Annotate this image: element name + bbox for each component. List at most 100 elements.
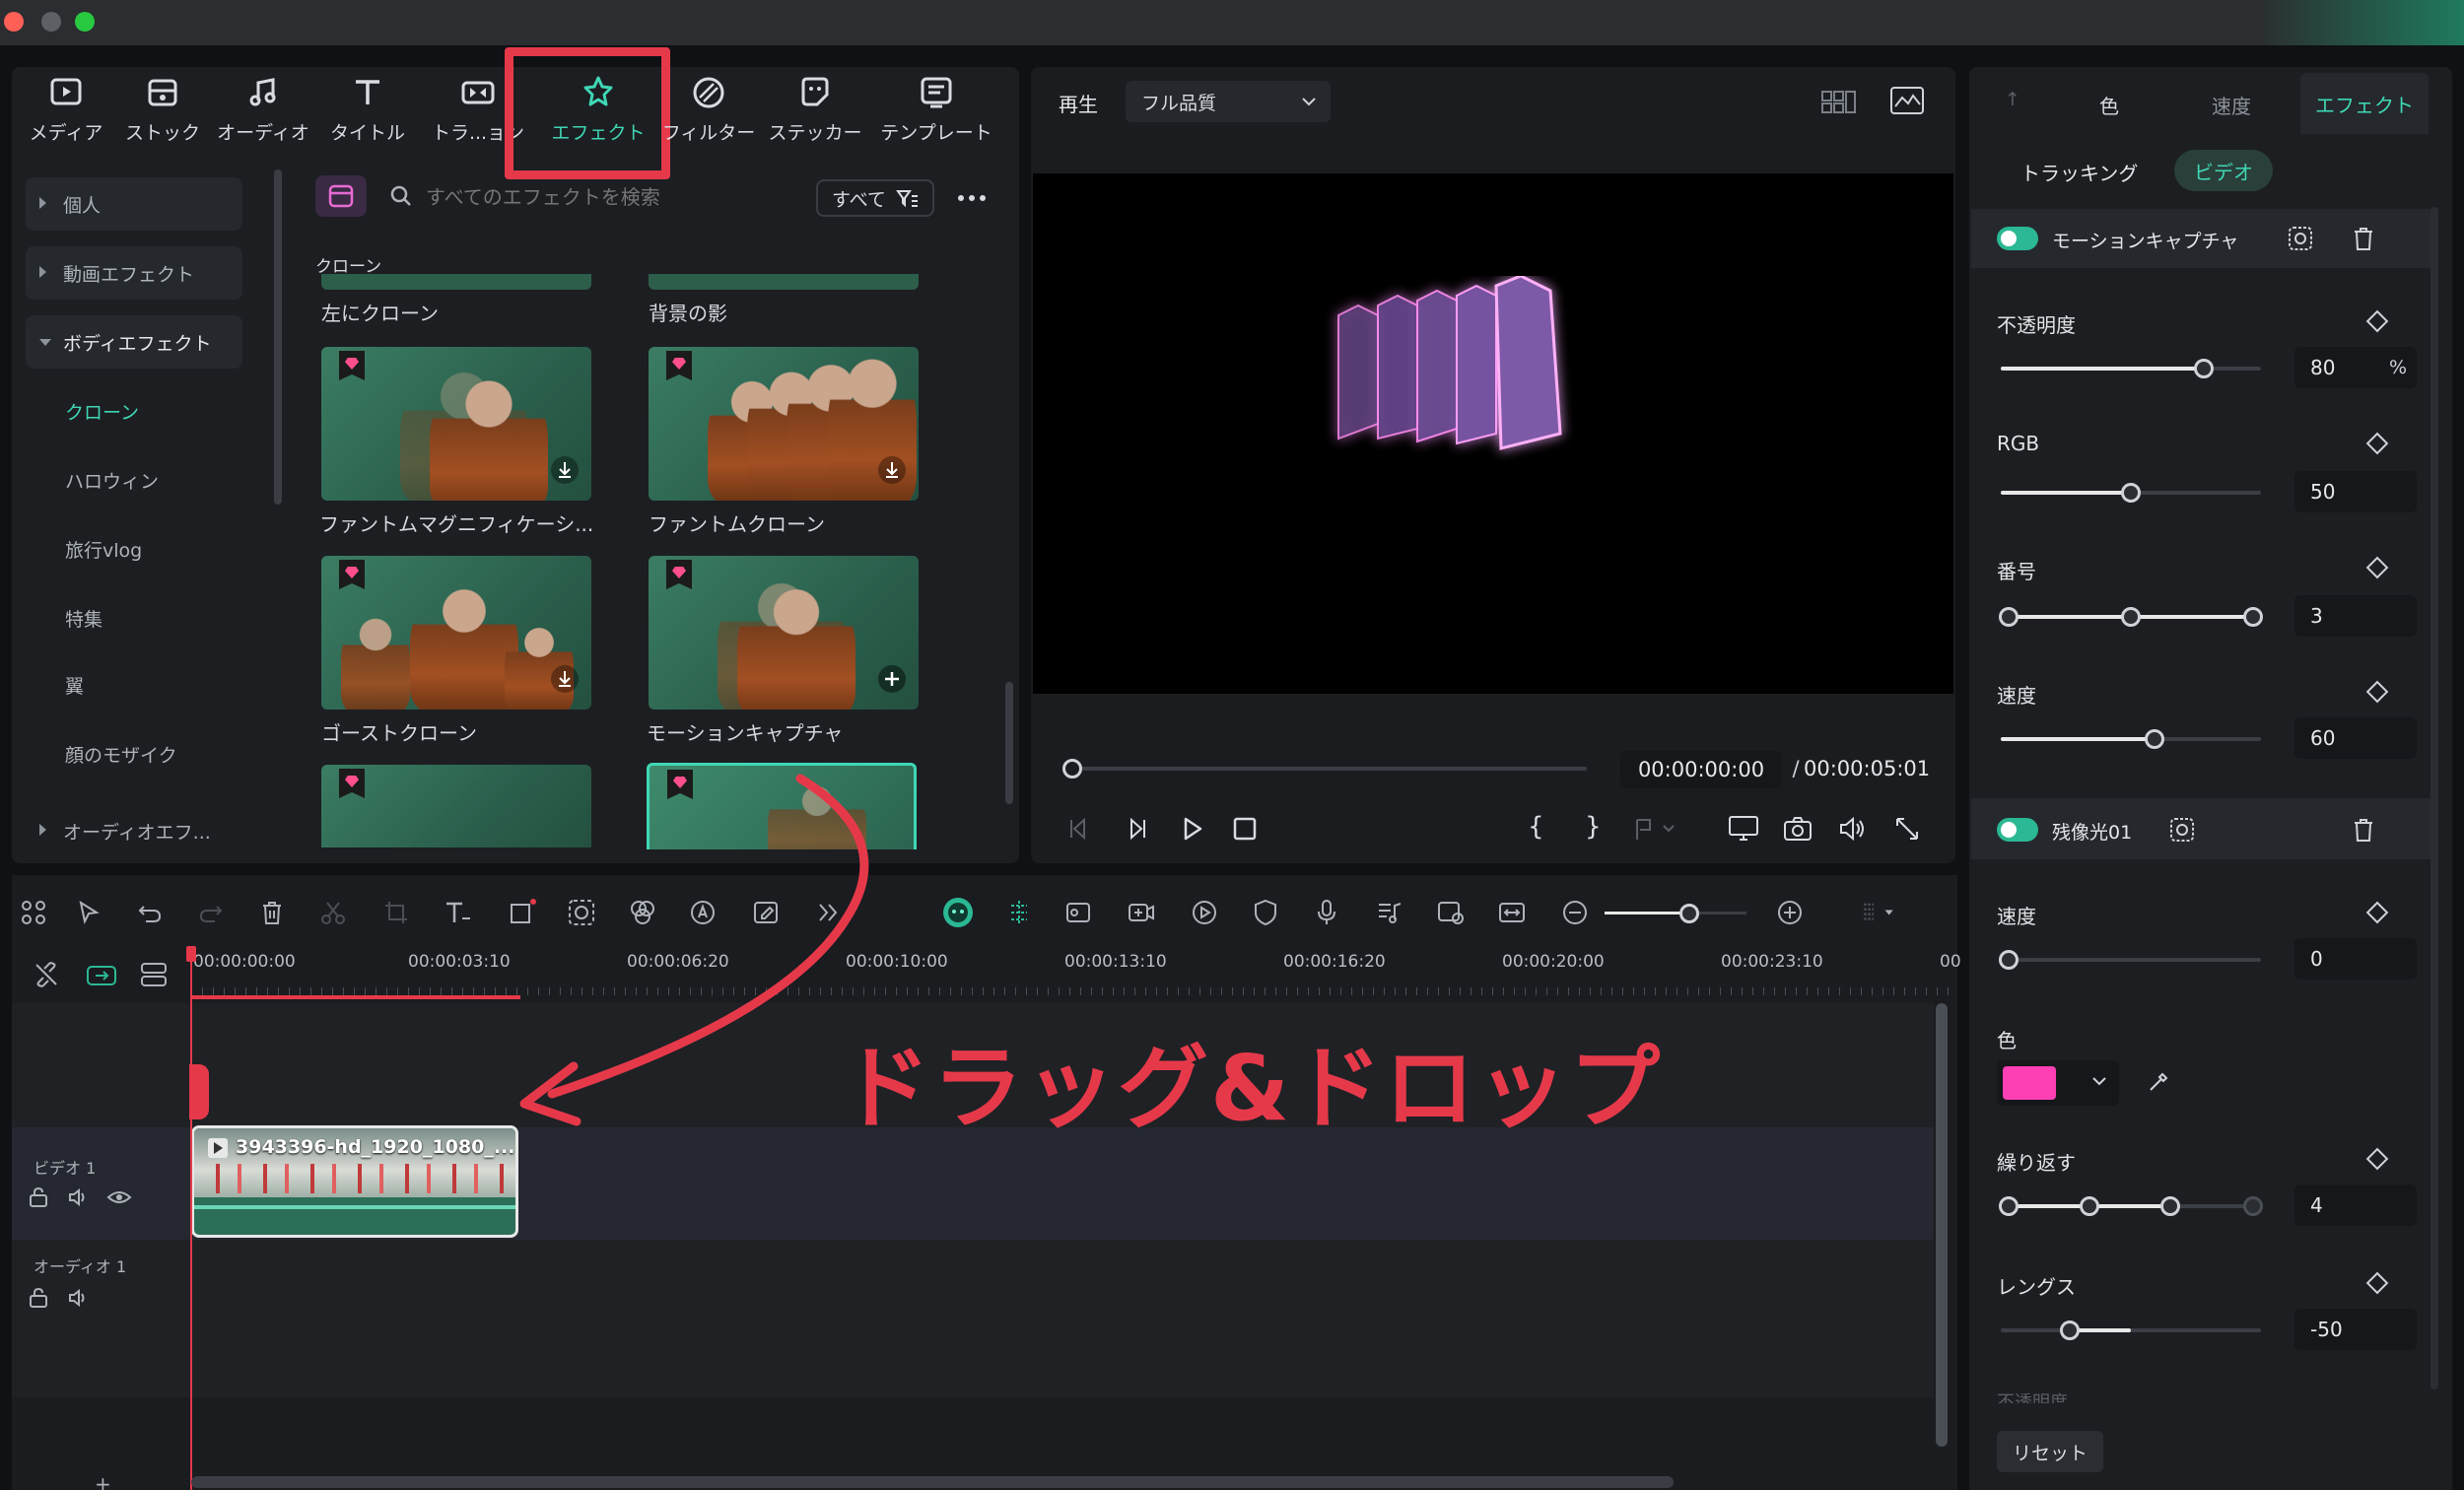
zoom-out-icon[interactable] bbox=[1557, 895, 1593, 930]
asset-type-button[interactable] bbox=[315, 175, 367, 217]
repeat-slider[interactable] bbox=[1999, 1196, 2263, 1216]
link-track-icon[interactable] bbox=[85, 962, 118, 989]
trash-icon[interactable] bbox=[2350, 225, 2377, 252]
playhead-handle[interactable] bbox=[186, 946, 196, 962]
stop-icon[interactable] bbox=[1232, 816, 1258, 842]
sidebar-item-audio-effects[interactable]: オーディオエフ... bbox=[26, 804, 242, 857]
slider-knob[interactable] bbox=[2080, 1196, 2099, 1216]
slider-knob[interactable] bbox=[2121, 607, 2141, 627]
inspector-tab-speed[interactable]: 速度 bbox=[2212, 91, 2251, 119]
number-slider[interactable] bbox=[1999, 607, 2263, 627]
timeline-options-icon[interactable] bbox=[1861, 895, 1896, 930]
video-clip[interactable]: 3943396-hd_1920_1080_... bbox=[191, 1125, 518, 1238]
color-match-icon[interactable] bbox=[625, 895, 660, 930]
slider-knob[interactable] bbox=[1999, 607, 2019, 627]
length-value[interactable]: -50 bbox=[2294, 1309, 2417, 1350]
tab-audio[interactable]: オーディオ bbox=[209, 73, 317, 156]
slider-knob[interactable] bbox=[2121, 483, 2141, 503]
track-lock-icon[interactable] bbox=[28, 1287, 49, 1309]
sidebar-item-halloween[interactable]: ハロウィン bbox=[26, 453, 242, 507]
repeat-value[interactable]: 4 bbox=[2294, 1185, 2417, 1226]
tab-effects[interactable]: エフェクト bbox=[544, 73, 652, 156]
effect-card-phantom-magnification[interactable] bbox=[321, 347, 591, 501]
undo-icon[interactable] bbox=[132, 895, 168, 930]
snap-icon[interactable] bbox=[1001, 895, 1037, 930]
playhead-knob[interactable] bbox=[1062, 759, 1082, 779]
effect-card-partial[interactable] bbox=[321, 765, 591, 847]
color-picker[interactable] bbox=[1997, 1060, 2119, 1106]
tab-title[interactable]: タイトル bbox=[313, 73, 422, 156]
video-plus-icon[interactable] bbox=[1124, 895, 1159, 930]
ai-audio-icon[interactable] bbox=[686, 895, 721, 930]
slider-knob[interactable] bbox=[1999, 1196, 2019, 1216]
tab-filter[interactable]: フィルター bbox=[654, 73, 763, 156]
timeline-vertical-scrollbar[interactable] bbox=[1936, 1003, 1948, 1447]
sidebar-item-wings[interactable]: 翼 bbox=[26, 658, 242, 711]
add-track-icon[interactable] bbox=[138, 960, 170, 989]
trash-icon[interactable] bbox=[2350, 816, 2377, 844]
reset-button[interactable]: リセット bbox=[1997, 1431, 2103, 1472]
speed-value[interactable]: 0 bbox=[2294, 938, 2417, 980]
effects-scrollbar[interactable] bbox=[1005, 682, 1013, 804]
rgb-slider[interactable] bbox=[2001, 483, 2261, 503]
track-volume-icon[interactable] bbox=[67, 1186, 91, 1208]
tab-stock[interactable]: ストック bbox=[108, 73, 217, 156]
effect-thumb-partial[interactable] bbox=[649, 274, 919, 290]
slider-knob[interactable] bbox=[2243, 607, 2263, 627]
number-value[interactable]: 3 bbox=[2294, 595, 2417, 637]
select-tool-icon[interactable] bbox=[71, 895, 106, 930]
sidebar-item-face-mosaic[interactable]: 顔のモザイク bbox=[26, 727, 242, 780]
track-eye-icon[interactable] bbox=[106, 1186, 132, 1208]
music-list-icon[interactable] bbox=[1372, 895, 1407, 930]
fit-timeline-icon[interactable] bbox=[1494, 895, 1530, 930]
slider-knob[interactable] bbox=[2145, 729, 2164, 749]
download-icon[interactable] bbox=[550, 455, 580, 485]
sidebar-item-featured[interactable]: 特集 bbox=[26, 591, 242, 644]
tab-media[interactable]: メディア bbox=[12, 73, 120, 156]
camera-snapshot-icon[interactable] bbox=[1782, 814, 1814, 844]
effect-card-phantom-clone[interactable] bbox=[649, 347, 919, 501]
text-tool-icon[interactable] bbox=[440, 895, 475, 930]
slider-knob[interactable] bbox=[1999, 950, 2019, 970]
opacity-slider[interactable] bbox=[2001, 359, 2261, 378]
subtab-tracking[interactable]: トラッキング bbox=[2020, 158, 2138, 186]
mask-icon[interactable] bbox=[2168, 816, 2196, 844]
effects-search-input[interactable] bbox=[426, 179, 800, 215]
mask-icon[interactable] bbox=[2287, 225, 2314, 252]
more-tools-icon[interactable] bbox=[810, 895, 846, 930]
minimize-window-button[interactable] bbox=[41, 12, 61, 32]
length-slider[interactable] bbox=[2001, 1321, 2261, 1340]
playhead-clip-marker[interactable] bbox=[189, 1064, 209, 1119]
download-icon[interactable] bbox=[550, 664, 580, 694]
plus-icon[interactable] bbox=[877, 664, 907, 694]
slider-knob[interactable] bbox=[2160, 1196, 2180, 1216]
filter-all-button[interactable]: すべて bbox=[816, 179, 934, 217]
speed-slider[interactable] bbox=[2001, 729, 2261, 749]
ai-cutout-icon[interactable] bbox=[564, 895, 599, 930]
zoom-slider[interactable] bbox=[1605, 904, 1746, 923]
sidebar-item-body-effects[interactable]: ボディエフェクト bbox=[26, 315, 242, 369]
slider-knob[interactable] bbox=[1679, 904, 1699, 923]
grid-view-icon[interactable] bbox=[1819, 87, 1859, 116]
effect-toggle[interactable] bbox=[1997, 818, 2038, 842]
speed-slider[interactable] bbox=[1999, 950, 2261, 970]
zoom-in-icon[interactable] bbox=[1772, 895, 1808, 930]
shape-tool-icon[interactable] bbox=[505, 895, 540, 930]
zoom-window-button[interactable] bbox=[75, 12, 95, 32]
effect-card-motion-capture[interactable] bbox=[649, 556, 919, 710]
slider-knob[interactable] bbox=[2060, 1321, 2080, 1340]
inspector-scrollbar[interactable] bbox=[2430, 207, 2438, 1389]
slider-knob[interactable] bbox=[2243, 1196, 2263, 1216]
speed-value[interactable]: 60 bbox=[2294, 717, 2417, 759]
marker-dropdown-icon[interactable] bbox=[1632, 814, 1681, 844]
delete-icon[interactable] bbox=[254, 895, 290, 930]
slider-knob[interactable] bbox=[2194, 359, 2214, 378]
sidebar-scrollbar[interactable] bbox=[274, 169, 282, 505]
inspector-tab-color[interactable]: 色 bbox=[2099, 91, 2119, 119]
shield-icon[interactable] bbox=[1248, 895, 1283, 930]
track-lock-icon[interactable] bbox=[28, 1186, 49, 1208]
sidebar-item-travel-vlog[interactable]: 旅行vlog bbox=[26, 522, 242, 576]
effect-toggle[interactable] bbox=[1997, 227, 2038, 250]
timeline-horizontal-scrollbar[interactable] bbox=[191, 1476, 1674, 1488]
speed-ramp-icon[interactable] bbox=[1187, 895, 1222, 930]
